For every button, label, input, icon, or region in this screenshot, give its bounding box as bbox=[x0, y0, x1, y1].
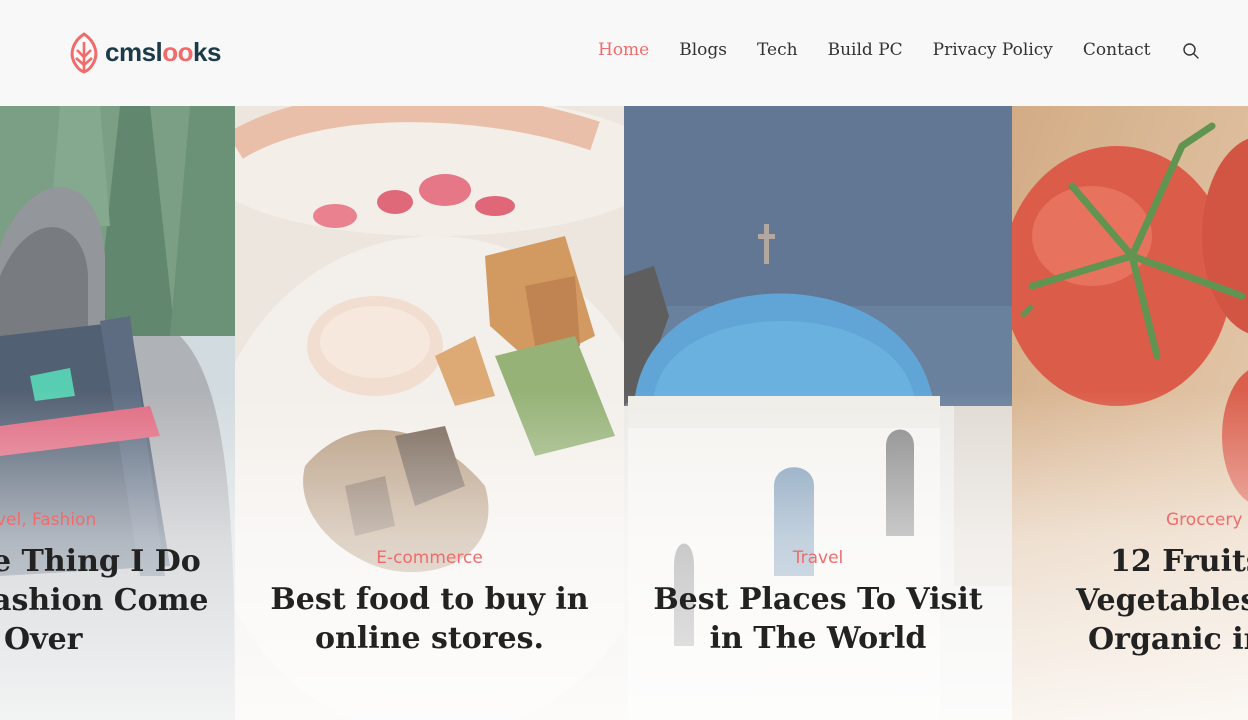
slide-card-travel[interactable]: Travel Best Places To Visit in The World bbox=[624, 106, 1012, 720]
logo-wordmark: cmslooks bbox=[105, 37, 221, 68]
slide-category[interactable]: Groccery bbox=[1166, 510, 1248, 530]
nav-blogs[interactable]: Blogs bbox=[679, 40, 727, 60]
title-line: Vegetables t bbox=[1076, 583, 1248, 618]
title-line: Best Places To Visit bbox=[653, 582, 983, 617]
nav-contact[interactable]: Contact bbox=[1083, 40, 1151, 60]
slide-title[interactable]: Best Places To Visit in The World bbox=[624, 580, 1012, 658]
slide-category[interactable]: vel, Fashion bbox=[0, 510, 235, 530]
title-line: Best food to buy in bbox=[270, 582, 589, 617]
title-line: online stores. bbox=[315, 621, 544, 656]
title-line: ashion Come bbox=[0, 583, 209, 618]
title-line: Organic in bbox=[1088, 622, 1248, 657]
main-nav: Home Blogs Tech Build PC Privacy Policy … bbox=[598, 40, 1200, 60]
slide-card-groccery[interactable]: Groccery 12 Fruits Vegetables t Organic … bbox=[1012, 106, 1248, 720]
title-line: in The World bbox=[709, 621, 927, 656]
leaf-logo-icon bbox=[70, 32, 98, 74]
slide-card-fashion[interactable]: vel, Fashion e Thing I Do ashion Come Ov… bbox=[0, 106, 235, 720]
slide-title[interactable]: 12 Fruits Vegetables t Organic in bbox=[1076, 542, 1248, 659]
slide-card-food[interactable]: E-commerce Best food to buy in online st… bbox=[235, 106, 624, 720]
logo-text-post: ks bbox=[193, 36, 221, 67]
search-icon[interactable] bbox=[1182, 42, 1200, 60]
title-line: Over bbox=[4, 622, 83, 657]
title-line: 12 Fruits bbox=[1110, 544, 1248, 579]
slide-category[interactable]: Travel bbox=[624, 548, 1012, 568]
title-line: e Thing I Do bbox=[0, 544, 201, 579]
site-logo[interactable]: cmslooks bbox=[68, 32, 221, 74]
slide-category[interactable]: E-commerce bbox=[235, 548, 624, 568]
logo-text-pre: cmsl bbox=[105, 36, 163, 67]
logo-text-oo: oo bbox=[162, 36, 194, 67]
featured-slider: vel, Fashion e Thing I Do ashion Come Ov… bbox=[0, 106, 1248, 720]
slide-title[interactable]: Best food to buy in online stores. bbox=[235, 580, 624, 658]
nav-home[interactable]: Home bbox=[598, 40, 649, 60]
site-header: cmslooks Home Blogs Tech Build PC Privac… bbox=[0, 0, 1248, 106]
slide-title[interactable]: e Thing I Do ashion Come Over bbox=[0, 542, 235, 659]
nav-build-pc[interactable]: Build PC bbox=[828, 40, 903, 60]
nav-tech[interactable]: Tech bbox=[757, 40, 798, 60]
nav-privacy-policy[interactable]: Privacy Policy bbox=[933, 40, 1053, 60]
